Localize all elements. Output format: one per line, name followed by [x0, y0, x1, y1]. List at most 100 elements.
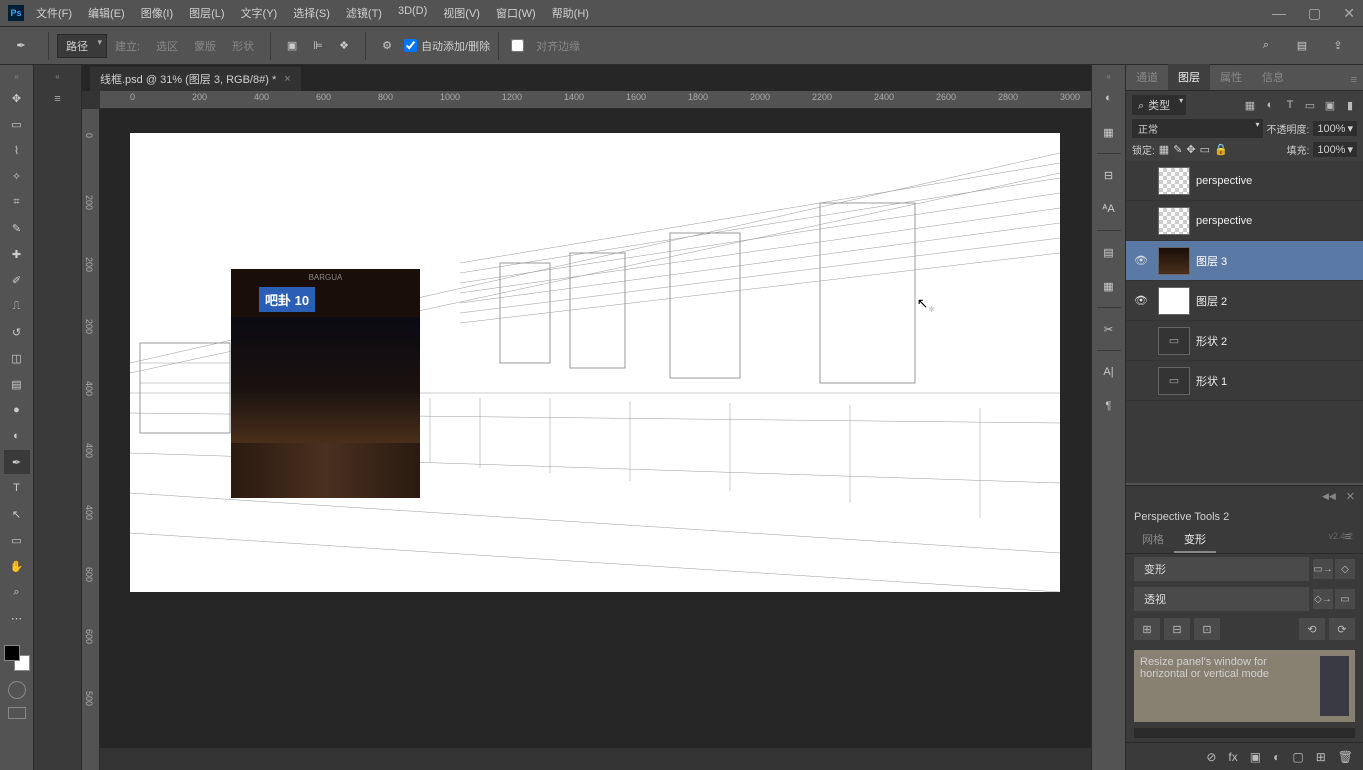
edit-toolbar[interactable]: ⋯ [4, 606, 30, 630]
warp-button[interactable]: 变形 [1134, 557, 1309, 581]
persp-icon-1[interactable]: ◇→ [1313, 589, 1333, 609]
layer-row[interactable]: 形状 2 [1126, 321, 1363, 361]
collapse-panel-icon[interactable]: ◀◀ [1322, 491, 1336, 502]
expand-right-dock-icon[interactable]: « [1092, 71, 1125, 81]
expand-dock-icon[interactable]: « [34, 71, 81, 81]
layer-row[interactable]: perspective [1126, 161, 1363, 201]
filter-smart-icon[interactable]: ▣ [1323, 98, 1337, 112]
layers-dock-icon[interactable]: ▦ [1097, 274, 1121, 298]
gear-icon[interactable]: ⚙ [378, 37, 396, 55]
panel-menu-icon[interactable]: ≡ [1345, 70, 1363, 90]
make-shape[interactable]: 形状 [232, 38, 254, 54]
doc-tab[interactable]: 线框.psd @ 31% (图层 3, RGB/8#) * × [90, 66, 301, 91]
close-icon[interactable]: ✕ [1343, 5, 1355, 22]
maximize-icon[interactable]: ▢ [1308, 5, 1321, 22]
layer-row[interactable]: 👁图层 2 [1126, 281, 1363, 321]
group-icon[interactable]: ▢ [1292, 750, 1303, 764]
paragraph-dock-icon[interactable]: ¶ [1097, 394, 1121, 418]
close-panel-icon[interactable]: ✕ [1346, 490, 1355, 503]
canvas-viewport[interactable]: BARGUA 吧卦 10 ↖✱ [100, 109, 1091, 748]
actions-dock-icon[interactable]: ✂ [1097, 317, 1121, 341]
shape-tool[interactable]: ▭ [4, 528, 30, 552]
pp-tool-1[interactable]: ⊞ [1134, 618, 1160, 640]
expand-tools-icon[interactable]: » [0, 71, 33, 81]
link-layers-icon[interactable]: ⊘ [1206, 750, 1216, 764]
filter-toggle-icon[interactable]: ▮ [1343, 98, 1357, 112]
menu-help[interactable]: 帮助(H) [552, 5, 589, 21]
path-ops-icon[interactable]: ▣ [283, 37, 301, 55]
filter-pixel-icon[interactable]: ▦ [1243, 98, 1257, 112]
lock-transparency-icon[interactable]: ▦ [1159, 143, 1169, 156]
move-tool[interactable]: ✥ [4, 86, 30, 110]
make-mask[interactable]: 蒙版 [194, 38, 216, 54]
adjustments-dock-icon[interactable]: ⊟ [1097, 163, 1121, 187]
path-arrange-icon[interactable]: ❖ [335, 37, 353, 55]
delete-layer-icon[interactable]: 🗑 [1338, 750, 1353, 764]
filter-adjust-icon[interactable]: ◐ [1263, 98, 1277, 112]
pp-tool-undo[interactable]: ⟲ [1299, 618, 1325, 640]
layer-row[interactable]: 形状 1 [1126, 361, 1363, 401]
lock-position-icon[interactable]: ✥ [1186, 143, 1195, 156]
layer-mask-icon[interactable]: ▣ [1250, 750, 1261, 764]
magic-wand-tool[interactable]: ✧ [4, 164, 30, 188]
tab-channels[interactable]: 通道 [1126, 64, 1168, 90]
menu-file[interactable]: 文件(F) [36, 5, 72, 21]
layer-fx-icon[interactable]: fx [1228, 750, 1237, 764]
share-icon[interactable]: ⇪ [1329, 37, 1347, 55]
text-tool[interactable]: T [4, 476, 30, 500]
character-dock-icon[interactable]: A| [1097, 360, 1121, 384]
visibility-toggle[interactable]: 👁 [1130, 254, 1152, 267]
lock-pixels-icon[interactable]: ✎ [1173, 143, 1182, 156]
history-brush-tool[interactable]: ↺ [4, 320, 30, 344]
layer-filter-dropdown[interactable]: ⌕类型 [1132, 95, 1186, 115]
align-edges-checkbox[interactable] [511, 39, 524, 52]
hand-tool[interactable]: ✋ [4, 554, 30, 578]
layers-list[interactable]: perspectiveperspective👁图层 3👁图层 2形状 2形状 1 [1126, 161, 1363, 483]
workspace-icon[interactable]: ▤ [1293, 37, 1311, 55]
warp-icon-2[interactable]: ◇ [1335, 559, 1355, 579]
menu-3d[interactable]: 3D(D) [398, 5, 427, 21]
persp-icon-2[interactable]: ▭ [1335, 589, 1355, 609]
lock-all-icon[interactable]: 🔒 [1214, 143, 1228, 156]
path-align-icon[interactable]: ⊫ [309, 37, 327, 55]
blur-tool[interactable]: ● [4, 398, 30, 422]
color-dock-icon[interactable]: ◐ [1097, 86, 1121, 110]
opacity-value[interactable]: 100%▾ [1313, 121, 1357, 136]
perspective-menu-icon[interactable]: ≡ [1339, 527, 1357, 547]
filter-shape-icon[interactable]: ▭ [1303, 98, 1317, 112]
menu-type[interactable]: 文字(Y) [241, 5, 278, 21]
brush-tool[interactable]: ✐ [4, 268, 30, 292]
fill-value[interactable]: 100%▾ [1313, 142, 1357, 157]
history-dock-icon[interactable]: ≡ [44, 87, 72, 111]
quick-mask-icon[interactable] [8, 681, 26, 699]
menu-layer[interactable]: 图层(L) [189, 5, 224, 21]
make-selection[interactable]: 选区 [156, 38, 178, 54]
color-swatch[interactable] [4, 645, 30, 671]
layer-row[interactable]: 👁图层 3 [1126, 241, 1363, 281]
perspective-button[interactable]: 透视 [1134, 587, 1309, 611]
visibility-toggle[interactable]: 👁 [1130, 294, 1152, 307]
tab-properties[interactable]: 属性 [1210, 64, 1252, 90]
menu-view[interactable]: 视图(V) [443, 5, 480, 21]
tab-info[interactable]: 信息 [1252, 64, 1294, 90]
warp-icon-1[interactable]: ▭→ [1313, 559, 1333, 579]
menu-filter[interactable]: 滤镜(T) [346, 5, 382, 21]
auto-add-checkbox[interactable] [404, 39, 417, 52]
dodge-tool[interactable]: ◐ [4, 424, 30, 448]
menu-image[interactable]: 图像(I) [141, 5, 173, 21]
adjustment-layer-icon[interactable]: ◐ [1273, 750, 1280, 764]
libraries-dock-icon[interactable]: ▤ [1097, 240, 1121, 264]
pp-tool-3[interactable]: ⊡ [1194, 618, 1220, 640]
menu-edit[interactable]: 编辑(E) [88, 5, 125, 21]
healing-tool[interactable]: ✚ [4, 242, 30, 266]
screen-mode-icon[interactable] [8, 707, 26, 719]
lock-artboard-icon[interactable]: ▭ [1200, 143, 1210, 156]
path-mode-dropdown[interactable]: 路径 [57, 34, 107, 58]
close-tab-icon[interactable]: × [284, 73, 290, 85]
blend-mode-dropdown[interactable]: 正常 [1132, 119, 1263, 138]
eyedropper-tool[interactable]: ✎ [4, 216, 30, 240]
eraser-tool[interactable]: ◫ [4, 346, 30, 370]
tab-layers[interactable]: 图层 [1168, 64, 1210, 90]
menu-select[interactable]: 选择(S) [293, 5, 330, 21]
marquee-tool[interactable]: ▭ [4, 112, 30, 136]
